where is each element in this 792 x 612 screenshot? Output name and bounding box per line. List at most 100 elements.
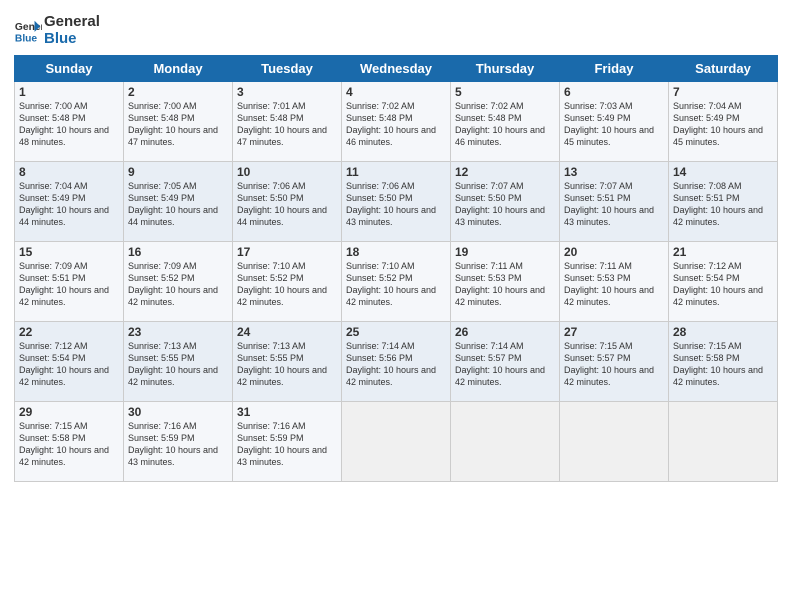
day-info: Sunrise: 7:12 AMSunset: 5:54 PMDaylight:… <box>19 341 109 387</box>
calendar-day-cell: 19 Sunrise: 7:11 AMSunset: 5:53 PMDaylig… <box>451 242 560 322</box>
day-number: 21 <box>673 245 773 259</box>
day-number: 29 <box>19 405 119 419</box>
calendar-day-cell: 20 Sunrise: 7:11 AMSunset: 5:53 PMDaylig… <box>560 242 669 322</box>
day-number: 31 <box>237 405 337 419</box>
calendar-day-cell: 21 Sunrise: 7:12 AMSunset: 5:54 PMDaylig… <box>669 242 778 322</box>
calendar-week-row: 8 Sunrise: 7:04 AMSunset: 5:49 PMDayligh… <box>15 162 778 242</box>
calendar-day-cell: 22 Sunrise: 7:12 AMSunset: 5:54 PMDaylig… <box>15 322 124 402</box>
day-number: 27 <box>564 325 664 339</box>
calendar-day-cell: 17 Sunrise: 7:10 AMSunset: 5:52 PMDaylig… <box>233 242 342 322</box>
day-number: 11 <box>346 165 446 179</box>
day-number: 28 <box>673 325 773 339</box>
day-info: Sunrise: 7:11 AMSunset: 5:53 PMDaylight:… <box>455 261 545 307</box>
calendar-day-cell: 5 Sunrise: 7:02 AMSunset: 5:48 PMDayligh… <box>451 82 560 162</box>
calendar-day-cell: 24 Sunrise: 7:13 AMSunset: 5:55 PMDaylig… <box>233 322 342 402</box>
day-number: 23 <box>128 325 228 339</box>
day-number: 26 <box>455 325 555 339</box>
day-info: Sunrise: 7:10 AMSunset: 5:52 PMDaylight:… <box>346 261 436 307</box>
calendar-day-cell: 1 Sunrise: 7:00 AMSunset: 5:48 PMDayligh… <box>15 82 124 162</box>
calendar-day-cell: 11 Sunrise: 7:06 AMSunset: 5:50 PMDaylig… <box>342 162 451 242</box>
calendar-week-row: 15 Sunrise: 7:09 AMSunset: 5:51 PMDaylig… <box>15 242 778 322</box>
day-info: Sunrise: 7:00 AMSunset: 5:48 PMDaylight:… <box>128 101 218 147</box>
calendar-week-row: 1 Sunrise: 7:00 AMSunset: 5:48 PMDayligh… <box>15 82 778 162</box>
day-info: Sunrise: 7:11 AMSunset: 5:53 PMDaylight:… <box>564 261 654 307</box>
calendar-day-cell <box>560 402 669 482</box>
day-info: Sunrise: 7:10 AMSunset: 5:52 PMDaylight:… <box>237 261 327 307</box>
calendar-body: 1 Sunrise: 7:00 AMSunset: 5:48 PMDayligh… <box>15 82 778 482</box>
calendar-day-cell: 2 Sunrise: 7:00 AMSunset: 5:48 PMDayligh… <box>124 82 233 162</box>
day-number: 4 <box>346 85 446 99</box>
day-number: 3 <box>237 85 337 99</box>
day-info: Sunrise: 7:06 AMSunset: 5:50 PMDaylight:… <box>237 181 327 227</box>
calendar-day-cell: 26 Sunrise: 7:14 AMSunset: 5:57 PMDaylig… <box>451 322 560 402</box>
day-number: 1 <box>19 85 119 99</box>
day-number: 2 <box>128 85 228 99</box>
calendar-table: SundayMondayTuesdayWednesdayThursdayFrid… <box>14 55 778 482</box>
day-number: 5 <box>455 85 555 99</box>
header-row: SundayMondayTuesdayWednesdayThursdayFrid… <box>15 56 778 82</box>
day-info: Sunrise: 7:09 AMSunset: 5:51 PMDaylight:… <box>19 261 109 307</box>
day-info: Sunrise: 7:04 AMSunset: 5:49 PMDaylight:… <box>19 181 109 227</box>
day-info: Sunrise: 7:07 AMSunset: 5:50 PMDaylight:… <box>455 181 545 227</box>
day-number: 30 <box>128 405 228 419</box>
calendar-day-cell: 14 Sunrise: 7:08 AMSunset: 5:51 PMDaylig… <box>669 162 778 242</box>
day-info: Sunrise: 7:15 AMSunset: 5:58 PMDaylight:… <box>673 341 763 387</box>
day-info: Sunrise: 7:01 AMSunset: 5:48 PMDaylight:… <box>237 101 327 147</box>
calendar-day-cell: 28 Sunrise: 7:15 AMSunset: 5:58 PMDaylig… <box>669 322 778 402</box>
day-info: Sunrise: 7:07 AMSunset: 5:51 PMDaylight:… <box>564 181 654 227</box>
svg-text:Blue: Blue <box>15 33 38 44</box>
day-info: Sunrise: 7:16 AMSunset: 5:59 PMDaylight:… <box>128 421 218 467</box>
calendar-day-cell <box>669 402 778 482</box>
day-number: 10 <box>237 165 337 179</box>
calendar-header: SundayMondayTuesdayWednesdayThursdayFrid… <box>15 56 778 82</box>
day-number: 12 <box>455 165 555 179</box>
day-number: 7 <box>673 85 773 99</box>
weekday-header-friday: Friday <box>560 56 669 82</box>
calendar-day-cell: 18 Sunrise: 7:10 AMSunset: 5:52 PMDaylig… <box>342 242 451 322</box>
calendar-day-cell: 29 Sunrise: 7:15 AMSunset: 5:58 PMDaylig… <box>15 402 124 482</box>
calendar-day-cell: 13 Sunrise: 7:07 AMSunset: 5:51 PMDaylig… <box>560 162 669 242</box>
calendar-day-cell <box>342 402 451 482</box>
day-info: Sunrise: 7:04 AMSunset: 5:49 PMDaylight:… <box>673 101 763 147</box>
weekday-header-monday: Monday <box>124 56 233 82</box>
day-info: Sunrise: 7:06 AMSunset: 5:50 PMDaylight:… <box>346 181 436 227</box>
logo-general-text: General <box>44 14 100 31</box>
calendar-day-cell: 16 Sunrise: 7:09 AMSunset: 5:52 PMDaylig… <box>124 242 233 322</box>
calendar-day-cell: 23 Sunrise: 7:13 AMSunset: 5:55 PMDaylig… <box>124 322 233 402</box>
day-number: 19 <box>455 245 555 259</box>
calendar-container: General Blue General Blue SundayMondayTu… <box>0 0 792 490</box>
header: General Blue General Blue <box>14 10 778 47</box>
day-info: Sunrise: 7:13 AMSunset: 5:55 PMDaylight:… <box>237 341 327 387</box>
day-info: Sunrise: 7:02 AMSunset: 5:48 PMDaylight:… <box>455 101 545 147</box>
day-info: Sunrise: 7:15 AMSunset: 5:58 PMDaylight:… <box>19 421 109 467</box>
day-number: 9 <box>128 165 228 179</box>
weekday-header-sunday: Sunday <box>15 56 124 82</box>
logo-blue-text: Blue <box>44 31 100 48</box>
weekday-header-thursday: Thursday <box>451 56 560 82</box>
day-info: Sunrise: 7:00 AMSunset: 5:48 PMDaylight:… <box>19 101 109 147</box>
day-number: 25 <box>346 325 446 339</box>
day-info: Sunrise: 7:03 AMSunset: 5:49 PMDaylight:… <box>564 101 654 147</box>
calendar-day-cell: 4 Sunrise: 7:02 AMSunset: 5:48 PMDayligh… <box>342 82 451 162</box>
calendar-day-cell <box>451 402 560 482</box>
day-number: 14 <box>673 165 773 179</box>
calendar-day-cell: 6 Sunrise: 7:03 AMSunset: 5:49 PMDayligh… <box>560 82 669 162</box>
day-info: Sunrise: 7:08 AMSunset: 5:51 PMDaylight:… <box>673 181 763 227</box>
day-number: 17 <box>237 245 337 259</box>
calendar-day-cell: 27 Sunrise: 7:15 AMSunset: 5:57 PMDaylig… <box>560 322 669 402</box>
day-info: Sunrise: 7:13 AMSunset: 5:55 PMDaylight:… <box>128 341 218 387</box>
day-number: 24 <box>237 325 337 339</box>
calendar-day-cell: 10 Sunrise: 7:06 AMSunset: 5:50 PMDaylig… <box>233 162 342 242</box>
day-info: Sunrise: 7:02 AMSunset: 5:48 PMDaylight:… <box>346 101 436 147</box>
logo: General Blue General Blue <box>14 14 100 47</box>
calendar-day-cell: 31 Sunrise: 7:16 AMSunset: 5:59 PMDaylig… <box>233 402 342 482</box>
calendar-day-cell: 15 Sunrise: 7:09 AMSunset: 5:51 PMDaylig… <box>15 242 124 322</box>
day-number: 8 <box>19 165 119 179</box>
day-number: 18 <box>346 245 446 259</box>
weekday-header-tuesday: Tuesday <box>233 56 342 82</box>
logo-icon: General Blue <box>14 17 42 45</box>
calendar-day-cell: 8 Sunrise: 7:04 AMSunset: 5:49 PMDayligh… <box>15 162 124 242</box>
calendar-day-cell: 7 Sunrise: 7:04 AMSunset: 5:49 PMDayligh… <box>669 82 778 162</box>
calendar-week-row: 22 Sunrise: 7:12 AMSunset: 5:54 PMDaylig… <box>15 322 778 402</box>
weekday-header-saturday: Saturday <box>669 56 778 82</box>
